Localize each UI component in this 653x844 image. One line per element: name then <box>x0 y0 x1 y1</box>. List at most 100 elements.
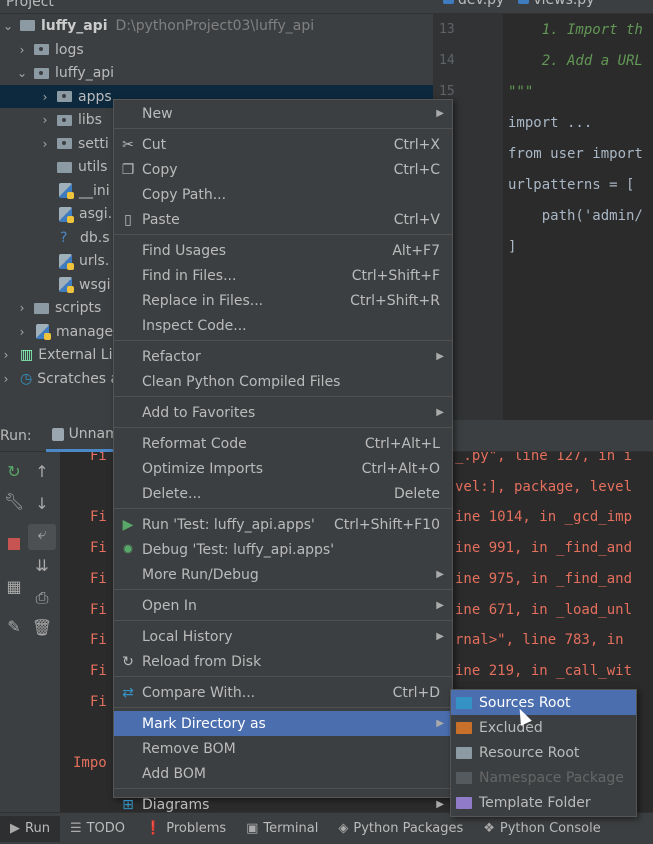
tree-root[interactable]: ⌄ luffy_api D:\pythonProject03\luffy_api <box>0 14 433 37</box>
menu-item-label: Refactor <box>142 348 201 365</box>
wrench-icon[interactable]: 🔧︎ <box>0 492 28 511</box>
menu-item-label: Delete... <box>142 485 202 502</box>
menu-item-copy[interactable]: ❐ Copy Ctrl+C <box>114 157 452 182</box>
menu-item-add-to-favorites[interactable]: Add to Favorites ▶ <box>114 400 452 425</box>
submenu-item-resource-root[interactable]: Resource Root <box>451 740 636 765</box>
menu-item-label: Find Usages <box>142 242 227 259</box>
menu-item-more-run-debug[interactable]: More Run/Debug ▶ <box>114 562 452 587</box>
editor-tab[interactable]: dev.py <box>443 0 504 13</box>
tree-item-label: utils <box>78 159 108 175</box>
bottom-tab-python-console[interactable]: ❖ Python Console <box>473 816 610 842</box>
console-line-start: Fi <box>90 540 107 557</box>
chevron-right-icon[interactable]: › <box>0 372 12 386</box>
layout-icon[interactable]: ▦ <box>0 577 28 596</box>
menu-item-clean-python-compiled-files[interactable]: Clean Python Compiled Files <box>114 369 452 394</box>
stop-icon[interactable] <box>0 535 28 554</box>
soft-wrap-icon[interactable]: ⤶ <box>28 524 56 550</box>
python-file-icon <box>59 277 74 293</box>
chevron-down-icon[interactable]: ⌄ <box>16 66 28 80</box>
menu-item-local-history[interactable]: Local History ▶ <box>114 624 452 649</box>
chevron-right-icon[interactable]: › <box>39 113 51 127</box>
code-line: ] <box>508 239 517 255</box>
menu-item-shortcut: Alt+F7 <box>392 242 440 259</box>
menu-item-open-in[interactable]: Open In ▶ <box>114 593 452 618</box>
tree-item-label: manage <box>56 323 114 340</box>
folder-icon <box>57 114 72 126</box>
menu-item-reformat-code[interactable]: Reformat Code Ctrl+Alt+L <box>114 431 452 456</box>
menu-item-paste[interactable]: ▯ Paste Ctrl+V <box>114 207 452 232</box>
menu-item-shortcut: Ctrl+Shift+F <box>351 267 440 284</box>
bottom-tab-run[interactable]: ▶ Run <box>0 815 60 842</box>
menu-item-shortcut: Ctrl+C <box>393 161 440 178</box>
arrow-up-icon[interactable]: ↑ <box>28 462 56 481</box>
bottom-tab-problems[interactable]: ❗ Problems <box>135 816 236 842</box>
chevron-right-icon[interactable]: › <box>39 137 51 151</box>
tree-item[interactable]: ⌄ luffy_api <box>0 62 433 85</box>
menu-item-label: Debug 'Test: luffy_api.apps' <box>142 541 335 558</box>
menu-item-label: Inspect Code... <box>142 317 247 334</box>
bottom-tab-todo[interactable]: ☰ TODO <box>60 816 135 842</box>
chevron-right-icon[interactable]: › <box>16 43 28 57</box>
menu-item-compare-with[interactable]: ⇄ Compare With... Ctrl+D <box>114 680 452 705</box>
menu-item-copy-path[interactable]: Copy Path... <box>114 182 452 207</box>
menu-item-optimize-imports[interactable]: Optimize Imports Ctrl+Alt+O <box>114 456 452 481</box>
line-number: 15 <box>439 84 455 99</box>
python-file-icon <box>59 206 74 223</box>
menu-item-label: More Run/Debug <box>142 566 259 583</box>
trash-icon[interactable]: 🗑︎ <box>28 618 56 637</box>
menu-item-mark-directory-as[interactable]: Mark Directory as ▶ <box>114 711 452 736</box>
menu-item-shortcut: Ctrl+Alt+L <box>364 435 440 452</box>
menu-item-find-in-files[interactable]: Find in Files... Ctrl+Shift+F <box>114 263 452 288</box>
menu-item-diagrams[interactable]: ⊞ Diagrams ▶ <box>114 792 452 817</box>
chevron-right-icon[interactable]: › <box>16 325 28 339</box>
menu-item-label: Compare With... <box>142 684 256 701</box>
submenu-item-label: Namespace Package <box>479 769 624 786</box>
submenu-item-namespace-package: Namespace Package <box>451 765 636 790</box>
menu-item-replace-in-files[interactable]: Replace in Files... Ctrl+Shift+R <box>114 288 452 313</box>
menu-item-debug-test-luffy-api-apps[interactable]: ✹ Debug 'Test: luffy_api.apps' <box>114 537 452 562</box>
folder-icon <box>57 161 72 173</box>
submenu-item-excluded[interactable]: Excluded <box>451 715 636 740</box>
rerun-icon[interactable]: ↻ <box>0 462 28 481</box>
warning-icon: ❗ <box>145 821 162 836</box>
menu-item-delete[interactable]: Delete... Delete <box>114 481 452 506</box>
submenu-item-template-folder[interactable]: Template Folder <box>451 790 636 815</box>
tree-item[interactable]: › logs <box>0 38 433 61</box>
editor[interactable]: dev.py views.py 13 1. Import th 14 2. Add… <box>433 0 653 420</box>
scroll-to-end-icon[interactable]: ⇊ <box>28 556 56 575</box>
menu-item-cut[interactable]: ✂ Cut Ctrl+X <box>114 132 452 157</box>
menu-item-add-bom[interactable]: Add BOM <box>114 761 452 786</box>
run-icon: ▶ <box>10 821 20 836</box>
tree-item-label: db.s <box>80 229 110 246</box>
chevron-right-icon[interactable]: › <box>16 301 28 315</box>
project-header[interactable]: Project <box>0 0 433 14</box>
submenu-item-sources-root[interactable]: Sources Root <box>451 690 636 715</box>
menu-item-label: Add BOM <box>142 765 207 782</box>
menu-item-label: Run 'Test: luffy_api.apps' <box>142 516 315 533</box>
chevron-right-icon[interactable]: › <box>39 90 51 104</box>
chevron-down-icon[interactable]: ⌄ <box>2 19 14 33</box>
menu-item-find-usages[interactable]: Find Usages Alt+F7 <box>114 238 452 263</box>
menu-item-run-test-luffy-api-apps[interactable]: ▶ Run 'Test: luffy_api.apps' Ctrl+Shift+F1… <box>114 512 452 537</box>
scissors-icon: ✂ <box>122 136 134 153</box>
menu-item-reload-from-disk[interactable]: ↻ Reload from Disk <box>114 649 452 674</box>
print-icon[interactable]: ⎙ <box>28 588 56 608</box>
bottom-tab-terminal[interactable]: ▣ Terminal <box>236 816 328 842</box>
menu-item-new[interactable]: New ▶ <box>114 101 452 126</box>
menu-item-inspect-code[interactable]: Inspect Code... <box>114 313 452 338</box>
editor-tab[interactable]: views.py <box>518 0 594 13</box>
pin-icon[interactable]: ✎ <box>0 617 28 636</box>
menu-item-remove-bom[interactable]: Remove BOM <box>114 736 452 761</box>
menu-item-label: Optimize Imports <box>142 460 263 477</box>
debug-icon: ✹ <box>122 541 134 558</box>
menu-item-shortcut: Ctrl+Alt+O <box>361 460 440 477</box>
mark-directory-submenu: Sources Root Excluded Resource Root Namespa… <box>450 689 637 817</box>
menu-item-label: Reload from Disk <box>142 653 262 670</box>
python-file-icon <box>36 324 51 340</box>
chevron-right-icon[interactable]: › <box>0 348 12 362</box>
arrow-down-icon[interactable]: ↓ <box>28 494 56 513</box>
bottom-tab-python-packages[interactable]: ◈ Python Packages <box>328 816 473 842</box>
terminal-icon: ▣ <box>246 821 259 836</box>
menu-item-refactor[interactable]: Refactor ▶ <box>114 344 452 369</box>
root-label: luffy_api <box>41 17 108 34</box>
